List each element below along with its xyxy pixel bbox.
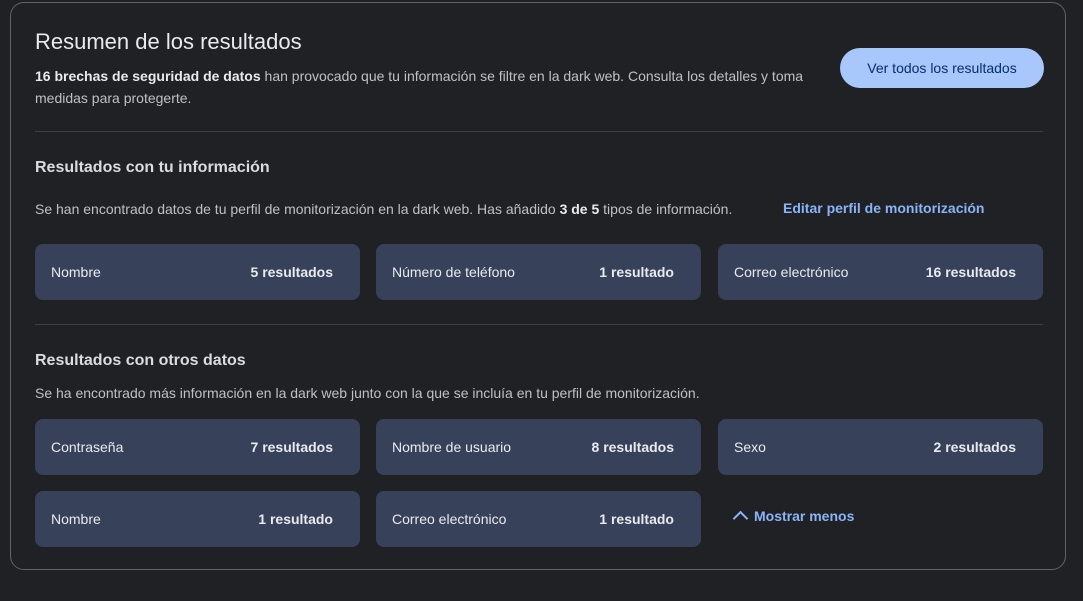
tile-count: 16 resultados: [925, 264, 1016, 280]
edit-monitoring-profile-link[interactable]: Editar perfil de monitorización: [783, 200, 984, 216]
tile-count: 1 resultado: [599, 264, 674, 280]
tile-count: 8 resultados: [591, 439, 674, 455]
summary-text: 16 brechas de seguridad de datos han pro…: [35, 65, 815, 109]
other-results-title: Resultados con otros datos: [35, 352, 246, 369]
desc-after: tipos de información.: [599, 201, 733, 217]
tile-label: Número de teléfono: [392, 264, 515, 280]
tile-label: Correo electrónico: [392, 511, 507, 527]
tile-label: Nombre: [51, 511, 101, 527]
profile-results-description: Se han encontrado datos de tu perfil de …: [35, 201, 732, 217]
show-less-button[interactable]: Mostrar menos: [731, 507, 855, 527]
result-tile-name[interactable]: Nombre 5 resultados: [35, 244, 360, 300]
tile-count: 1 resultado: [258, 511, 333, 527]
tile-label: Correo electrónico: [734, 264, 849, 280]
tile-count: 1 resultado: [599, 511, 674, 527]
tile-count: 2 resultados: [933, 439, 1016, 455]
info-types-count: 3 de 5: [559, 201, 600, 217]
result-tile-password[interactable]: Contraseña 7 resultados: [35, 419, 360, 475]
breach-count: 16 brechas de seguridad de datos: [35, 68, 261, 84]
results-summary-card: Resumen de los resultados 16 brechas de …: [10, 2, 1066, 570]
view-all-results-button[interactable]: Ver todos los resultados: [840, 48, 1044, 88]
tile-count: 7 resultados: [250, 439, 333, 455]
divider: [35, 324, 1043, 325]
profile-results-title: Resultados con tu información: [35, 159, 270, 176]
result-tile-email[interactable]: Correo electrónico 16 resultados: [718, 244, 1043, 300]
show-less-label: Mostrar menos: [754, 507, 855, 524]
other-results-description: Se ha encontrado más información en la d…: [35, 385, 700, 401]
desc-before: Se han encontrado datos de tu perfil de …: [35, 201, 560, 217]
tile-label: Nombre: [51, 264, 101, 280]
result-tile-other-email[interactable]: Correo electrónico 1 resultado: [376, 491, 701, 547]
tile-label: Contraseña: [51, 439, 124, 455]
result-tile-other-name[interactable]: Nombre 1 resultado: [35, 491, 360, 547]
divider: [35, 131, 1043, 132]
result-tile-gender[interactable]: Sexo 2 resultados: [718, 419, 1043, 475]
page-title: Resumen de los resultados: [35, 29, 302, 54]
tile-label: Nombre de usuario: [392, 439, 512, 455]
chevron-up-icon: [732, 510, 749, 527]
tile-count: 5 resultados: [250, 264, 333, 280]
result-tile-username[interactable]: Nombre de usuario 8 resultados: [376, 419, 701, 475]
tile-label: Sexo: [734, 439, 766, 455]
result-tile-phone[interactable]: Número de teléfono 1 resultado: [376, 244, 701, 300]
